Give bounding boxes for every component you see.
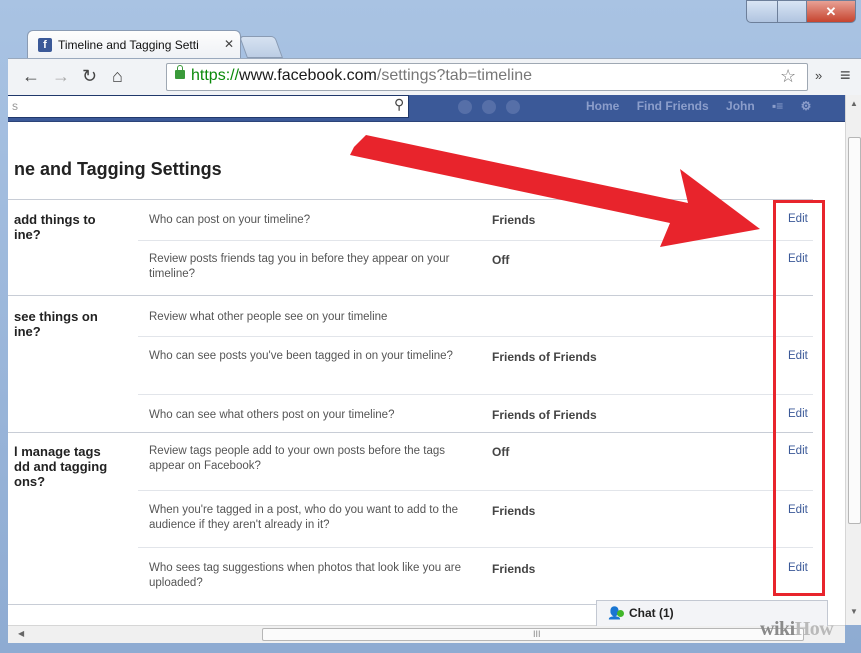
back-arrow-icon[interactable]: ←: [22, 66, 40, 87]
tab-title: Timeline and Tagging Setti: [58, 38, 199, 52]
section-label: see things on ine?: [14, 309, 98, 339]
horizontal-scrollbar[interactable]: ◀ III: [8, 625, 845, 643]
section-label: l manage tags dd and tagging ons?: [14, 444, 108, 489]
page-title: ne and Tagging Settings: [14, 159, 222, 179]
browser-toolbar: ← → ↻ ⌂ https://www.facebook.com/setting…: [8, 58, 861, 95]
section-tags: l manage tags dd and tagging ons? Review…: [8, 432, 813, 605]
search-input[interactable]: s ⚲: [8, 95, 409, 118]
online-status-icon: [617, 610, 624, 617]
facebook-header: s ⚲ Home Find Friends John ▪≡ ⚙: [8, 95, 845, 122]
extensions-chevron-icon[interactable]: »: [815, 68, 822, 83]
profile-link[interactable]: John: [726, 99, 755, 113]
facebook-favicon-icon: f: [38, 38, 52, 52]
tab-close-icon[interactable]: ✕: [224, 37, 234, 51]
watermark: wikiHow: [760, 618, 834, 640]
privacy-shortcuts-icon[interactable]: ▪≡: [772, 99, 783, 113]
table-row: Review what other people see on your tim…: [149, 311, 388, 323]
menu-icon[interactable]: ≡: [840, 65, 851, 86]
home-link[interactable]: Home: [586, 99, 619, 113]
search-icon[interactable]: ⚲: [394, 96, 404, 113]
table-row: When you're tagged in a post, who do you…: [138, 490, 813, 548]
scroll-down-icon[interactable]: ▼: [850, 607, 858, 616]
address-bar[interactable]: https://www.facebook.com/settings?tab=ti…: [166, 63, 808, 91]
scroll-up-icon[interactable]: ▲: [850, 99, 858, 108]
browser-tab[interactable]: f Timeline and Tagging Setti ✕: [27, 30, 241, 59]
settings-gear-icon[interactable]: ⚙: [801, 99, 812, 113]
reload-icon[interactable]: ↻: [82, 66, 97, 87]
chat-label: Chat (1): [629, 606, 674, 620]
notifications-icon[interactable]: [506, 100, 520, 114]
url-text: https://www.facebook.com/settings?tab=ti…: [191, 67, 533, 84]
scroll-thumb[interactable]: [848, 137, 861, 524]
notification-icons: [458, 100, 530, 119]
home-icon[interactable]: ⌂: [112, 66, 123, 87]
table-row: Review tags people add to your own posts…: [149, 445, 808, 472]
scroll-thumb[interactable]: III: [262, 628, 804, 641]
highlight-box: [773, 200, 825, 596]
section-see: see things on ine? Review what other peo…: [8, 295, 813, 433]
annotation-arrow-icon: [350, 135, 760, 247]
table-row: Who sees tag suggestions when photos tha…: [138, 547, 813, 606]
page-viewport: s ⚲ Home Find Friends John ▪≡ ⚙ ne and T…: [8, 95, 845, 625]
scroll-left-icon[interactable]: ◀: [18, 629, 24, 638]
minimize-button[interactable]: [746, 0, 778, 23]
messages-icon[interactable]: [482, 100, 496, 114]
bookmark-star-icon[interactable]: ☆: [780, 66, 796, 87]
table-row: Who can see posts you've been tagged in …: [138, 336, 813, 395]
vertical-scrollbar[interactable]: ▲ ▼: [845, 95, 861, 625]
lock-icon: [175, 65, 185, 79]
new-tab-button[interactable]: [238, 36, 284, 58]
section-label: add things to ine?: [14, 212, 96, 242]
forward-arrow-icon[interactable]: →: [52, 66, 70, 87]
header-links: Home Find Friends John ▪≡ ⚙: [586, 99, 825, 113]
maximize-button[interactable]: [777, 0, 807, 23]
find-friends-link[interactable]: Find Friends: [637, 99, 709, 113]
friend-requests-icon[interactable]: [458, 100, 472, 114]
close-window-button[interactable]: ✕: [806, 0, 856, 23]
table-row: Who can see what others post on your tim…: [138, 394, 813, 434]
